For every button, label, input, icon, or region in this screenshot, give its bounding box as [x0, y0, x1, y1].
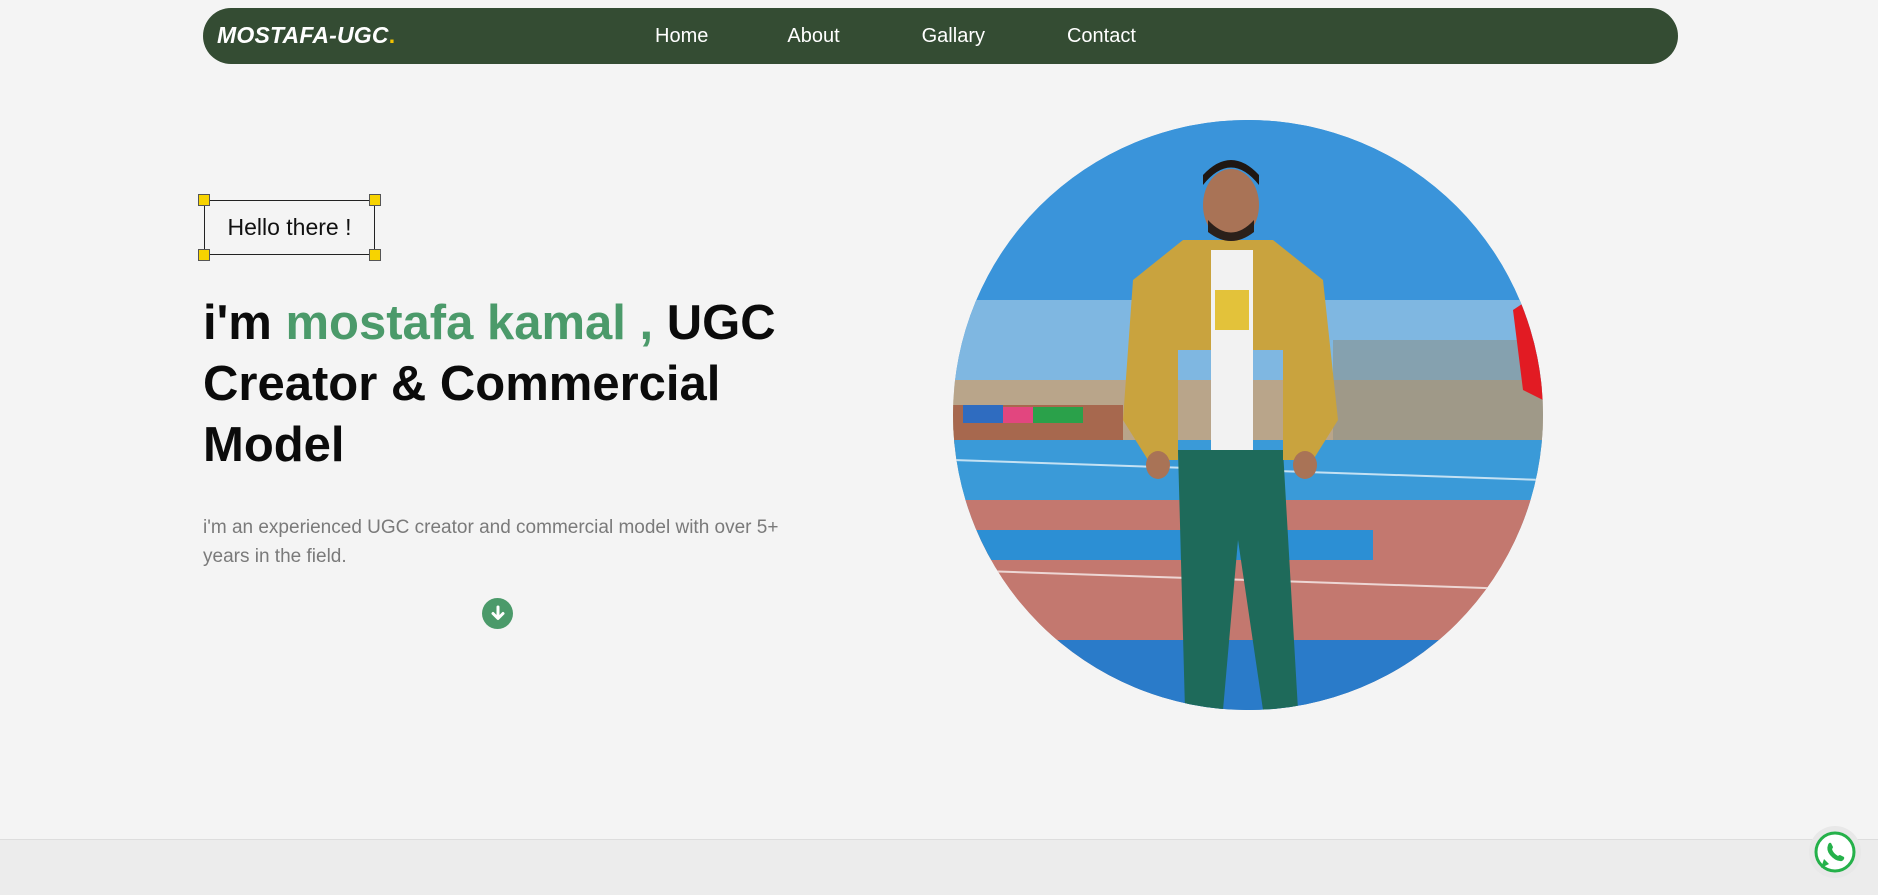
hero-intro: i'm an experienced UGC creator and comme… — [203, 517, 779, 567]
portrait-photo — [953, 120, 1543, 710]
whatsapp-button[interactable] — [1809, 826, 1861, 878]
resize-handle-top-right[interactable] — [369, 194, 381, 206]
hero-headline: i'm mostafa kamal , UGC Creator & Commer… — [203, 293, 783, 476]
logo-text: MOSTAFA-UGC — [217, 22, 389, 48]
scroll-down-button[interactable] — [482, 598, 513, 629]
nav-links: Home About Gallary Contact — [655, 8, 1136, 64]
logo-dot: . — [388, 22, 396, 48]
headline-prefix: i'm — [203, 296, 286, 350]
resize-handle-top-left[interactable] — [198, 194, 210, 206]
nav-link-contact[interactable]: Contact — [1067, 25, 1136, 48]
footer-bar — [0, 839, 1878, 895]
nav-link-home[interactable]: Home — [655, 25, 708, 48]
greeting-text: Hello there ! — [227, 214, 352, 240]
portrait-illustration — [953, 120, 1543, 710]
headline-name: mostafa kamal , — [285, 296, 654, 350]
top-navbar: MOSTAFA-UGC. Home About Gallary Contact — [203, 8, 1678, 64]
site-logo[interactable]: MOSTAFA-UGC. — [217, 22, 395, 49]
resize-handle-bottom-right[interactable] — [369, 249, 381, 261]
arrow-down-circle-icon — [491, 605, 504, 620]
whatsapp-icon — [1814, 831, 1856, 873]
nav-link-gallary[interactable]: Gallary — [922, 25, 985, 48]
resize-handle-bottom-left[interactable] — [198, 249, 210, 261]
greeting-box: Hello there ! — [198, 194, 381, 261]
nav-link-about[interactable]: About — [787, 25, 839, 48]
